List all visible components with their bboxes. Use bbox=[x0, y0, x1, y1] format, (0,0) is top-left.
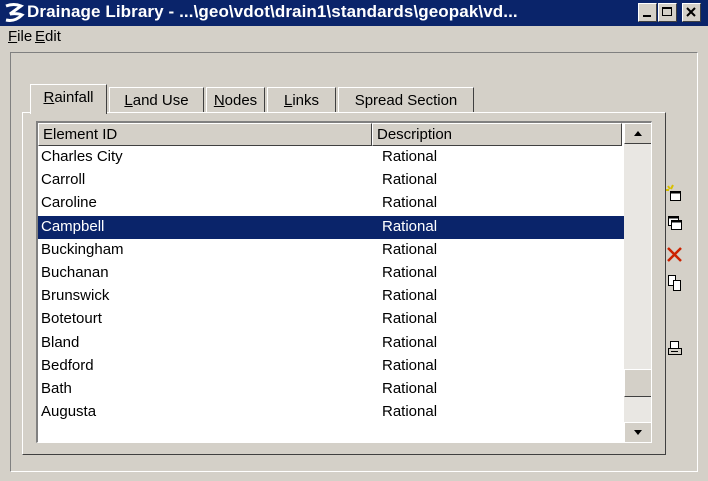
tab-spread-section-label: Spread Section bbox=[354, 92, 458, 109]
table-row[interactable]: Brunswick Rational bbox=[38, 285, 624, 308]
duplicate-icon[interactable] bbox=[664, 212, 686, 234]
cell-description: Rational bbox=[382, 217, 438, 235]
table-row[interactable]: Charles City Rational bbox=[38, 146, 624, 169]
table-row[interactable]: Botetourt Rational bbox=[38, 308, 624, 331]
tab-land-use-label: and Use bbox=[132, 92, 189, 109]
cell-element-id: Caroline bbox=[41, 194, 97, 212]
tab-nodes-label: odes bbox=[224, 92, 258, 109]
print-icon[interactable] bbox=[664, 338, 686, 360]
maximize-icon bbox=[662, 7, 672, 16]
column-header-description[interactable]: Description bbox=[372, 123, 622, 146]
cell-description: Rational bbox=[382, 403, 438, 421]
cell-element-id: Buckingham bbox=[41, 240, 124, 258]
scroll-up-button[interactable] bbox=[624, 123, 651, 144]
menu-edit-label: dit bbox=[45, 28, 61, 45]
close-button[interactable] bbox=[682, 3, 701, 22]
scroll-thumb[interactable] bbox=[624, 369, 651, 397]
cell-description: Rational bbox=[382, 263, 438, 281]
tab-links-label: inks bbox=[292, 92, 320, 109]
tab-spread-section[interactable]: Spread Section bbox=[338, 87, 474, 113]
table-row[interactable]: Caroline Rational bbox=[38, 192, 624, 215]
column-header-element-id[interactable]: Element ID bbox=[38, 123, 372, 146]
menu-file[interactable]: File bbox=[8, 28, 32, 45]
title-bar[interactable]: Drainage Library - ...\geo\vdot\drain1\s… bbox=[0, 0, 708, 26]
tab-rainfall[interactable]: Rainfall bbox=[30, 84, 107, 114]
tab-rainfall-label: ainfall bbox=[54, 89, 94, 106]
cell-element-id: Bland bbox=[41, 333, 80, 351]
arrow-down-icon bbox=[634, 430, 642, 435]
tab-links[interactable]: Links bbox=[267, 87, 336, 113]
tab-land-use-accel: L bbox=[124, 92, 133, 109]
cell-description: Rational bbox=[382, 148, 438, 165]
cell-element-id: Botetourt bbox=[41, 310, 102, 328]
cell-element-id: Augusta bbox=[41, 403, 97, 421]
minimize-icon bbox=[643, 15, 651, 17]
menu-file-accel: F bbox=[8, 28, 18, 45]
menu-file-label: ile bbox=[17, 28, 33, 45]
tab-rainfall-accel: R bbox=[43, 89, 55, 106]
maximize-button[interactable] bbox=[658, 3, 677, 22]
tab-nodes[interactable]: Nodes bbox=[206, 87, 265, 113]
cell-description: Rational bbox=[382, 379, 438, 397]
app-logo-icon bbox=[5, 3, 25, 22]
tab-land-use[interactable]: Land Use bbox=[109, 87, 204, 113]
tab-nodes-accel: N bbox=[213, 92, 225, 109]
cell-element-id: Carroll bbox=[41, 171, 86, 189]
table-row[interactable]: Bath Rational bbox=[38, 378, 624, 401]
table-row[interactable]: Campbell Rational bbox=[38, 215, 624, 239]
vertical-scrollbar[interactable] bbox=[624, 123, 651, 442]
table-row[interactable]: Bland Rational bbox=[38, 332, 624, 355]
arrow-up-icon bbox=[634, 131, 642, 136]
cell-description: Rational bbox=[382, 171, 438, 189]
window-title: Drainage Library - ...\geo\vdot\drain1\s… bbox=[27, 2, 518, 21]
cell-description: Rational bbox=[382, 287, 438, 305]
cell-description: Rational bbox=[382, 240, 438, 258]
cell-description: Rational bbox=[382, 194, 438, 212]
table-row[interactable]: Buckingham Rational bbox=[38, 239, 624, 262]
close-icon bbox=[686, 7, 696, 17]
cell-element-id: Buchanan bbox=[41, 263, 109, 281]
cell-element-id: Charles City bbox=[41, 148, 123, 165]
delete-icon[interactable] bbox=[664, 244, 686, 266]
table-row[interactable]: Bedford Rational bbox=[38, 355, 624, 378]
drainage-library-window: Drainage Library - ...\geo\vdot\drain1\s… bbox=[0, 0, 708, 481]
scroll-down-button[interactable] bbox=[624, 422, 651, 442]
menu-edit[interactable]: Edit bbox=[35, 28, 61, 45]
table-row[interactable]: Augusta Rational bbox=[38, 401, 624, 424]
list-rows: Charles City Rational Carroll Rational Carol… bbox=[38, 146, 624, 424]
minimize-button[interactable] bbox=[638, 3, 657, 22]
cell-element-id: Campbell bbox=[41, 217, 105, 235]
copy-icon[interactable] bbox=[664, 272, 686, 294]
cell-description: Rational bbox=[382, 356, 438, 374]
cell-description: Rational bbox=[382, 310, 438, 328]
cell-element-id: Brunswick bbox=[41, 287, 110, 305]
table-row[interactable]: Carroll Rational bbox=[38, 169, 624, 192]
menu-edit-accel: E bbox=[35, 28, 46, 45]
cell-description: Rational bbox=[382, 333, 438, 351]
cell-element-id: Bedford bbox=[41, 356, 94, 374]
menu-bar: File Edit bbox=[0, 26, 708, 48]
new-item-icon[interactable] bbox=[664, 183, 686, 205]
cell-element-id: Bath bbox=[41, 379, 72, 397]
element-list[interactable]: Element ID Description Charles City Ratio… bbox=[36, 121, 652, 443]
table-row[interactable]: Buchanan Rational bbox=[38, 262, 624, 285]
